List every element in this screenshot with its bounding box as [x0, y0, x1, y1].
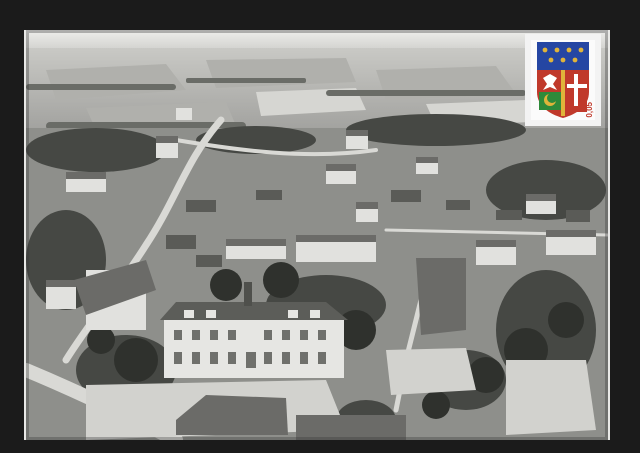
stamp-face: 0,05 — [531, 40, 595, 120]
aerial-photo — [24, 30, 610, 440]
postage-stamp: 0,05 — [527, 36, 599, 124]
postcard: 0,05 — [0, 0, 640, 453]
aerial-view-illustration — [26, 30, 608, 440]
stamp-value: 0,05 — [585, 102, 594, 118]
